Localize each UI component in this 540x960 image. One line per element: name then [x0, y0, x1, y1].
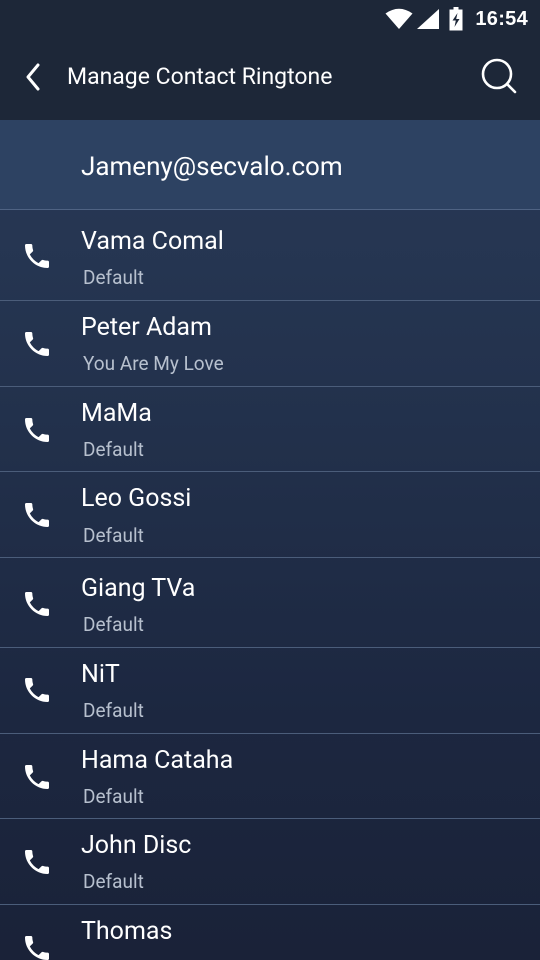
phone-icon: [21, 588, 53, 620]
contact-name: MaMa: [81, 399, 152, 428]
contact-name: Hama Cataha: [81, 746, 234, 775]
search-button[interactable]: [478, 57, 520, 99]
wifi-icon: [385, 8, 413, 30]
phone-icon: [21, 499, 53, 531]
contact-row[interactable]: MaMa Default: [0, 387, 540, 472]
contact-name: Leo Gossi: [81, 484, 192, 513]
app-bar: Manage Contact Ringtone: [0, 38, 540, 120]
contact-row[interactable]: NiT Default: [0, 648, 540, 734]
contact-list: Vama Comal Default Peter Adam You Are My…: [0, 210, 540, 960]
phone-icon: [21, 674, 53, 706]
contact-name: Peter Adam: [81, 313, 212, 342]
account-email: Jameny@secvalo.com: [81, 152, 343, 182]
page-title: Manage Contact Ringtone: [67, 63, 333, 90]
status-bar: 16:54: [0, 0, 540, 38]
contact-ringtone: Default: [83, 613, 144, 636]
contact-row[interactable]: Peter Adam You Are My Love: [0, 301, 540, 387]
status-icons: 16:54: [385, 4, 528, 34]
battery-charging-icon: [449, 7, 463, 31]
contact-name: John Disc: [81, 831, 192, 860]
contact-ringtone: You Are My Love: [83, 352, 224, 375]
back-button[interactable]: [14, 59, 54, 99]
chevron-left-icon: [24, 63, 44, 95]
contact-ringtone: Default: [83, 785, 144, 808]
account-header: Jameny@secvalo.com: [0, 120, 540, 210]
contact-ringtone: Default: [83, 870, 144, 893]
phone-icon: [21, 240, 53, 272]
contact-ringtone: Default: [83, 524, 144, 547]
phone-icon: [21, 328, 53, 360]
contact-name: Giang TVa: [81, 574, 196, 603]
search-icon: [479, 56, 519, 100]
contact-name: NiT: [81, 660, 120, 689]
phone-icon: [21, 932, 53, 960]
contact-row[interactable]: Hama Cataha Default: [0, 734, 540, 819]
cell-signal-icon: [416, 8, 440, 30]
status-time: 16:54: [475, 7, 528, 30]
contact-row[interactable]: Giang TVa Default: [0, 558, 540, 648]
phone-icon: [21, 846, 53, 878]
contact-name: Thomas: [81, 917, 173, 946]
phone-icon: [21, 761, 53, 793]
contact-row[interactable]: John Disc Default: [0, 819, 540, 905]
contact-row[interactable]: Thomas: [0, 905, 540, 960]
contact-ringtone: Default: [83, 266, 144, 289]
contact-row[interactable]: Leo Gossi Default: [0, 472, 540, 558]
contact-name: Vama Comal: [81, 227, 224, 256]
contact-ringtone: Default: [83, 699, 144, 722]
contact-row[interactable]: Vama Comal Default: [0, 210, 540, 301]
contact-ringtone: Default: [83, 438, 144, 461]
phone-icon: [21, 414, 53, 446]
